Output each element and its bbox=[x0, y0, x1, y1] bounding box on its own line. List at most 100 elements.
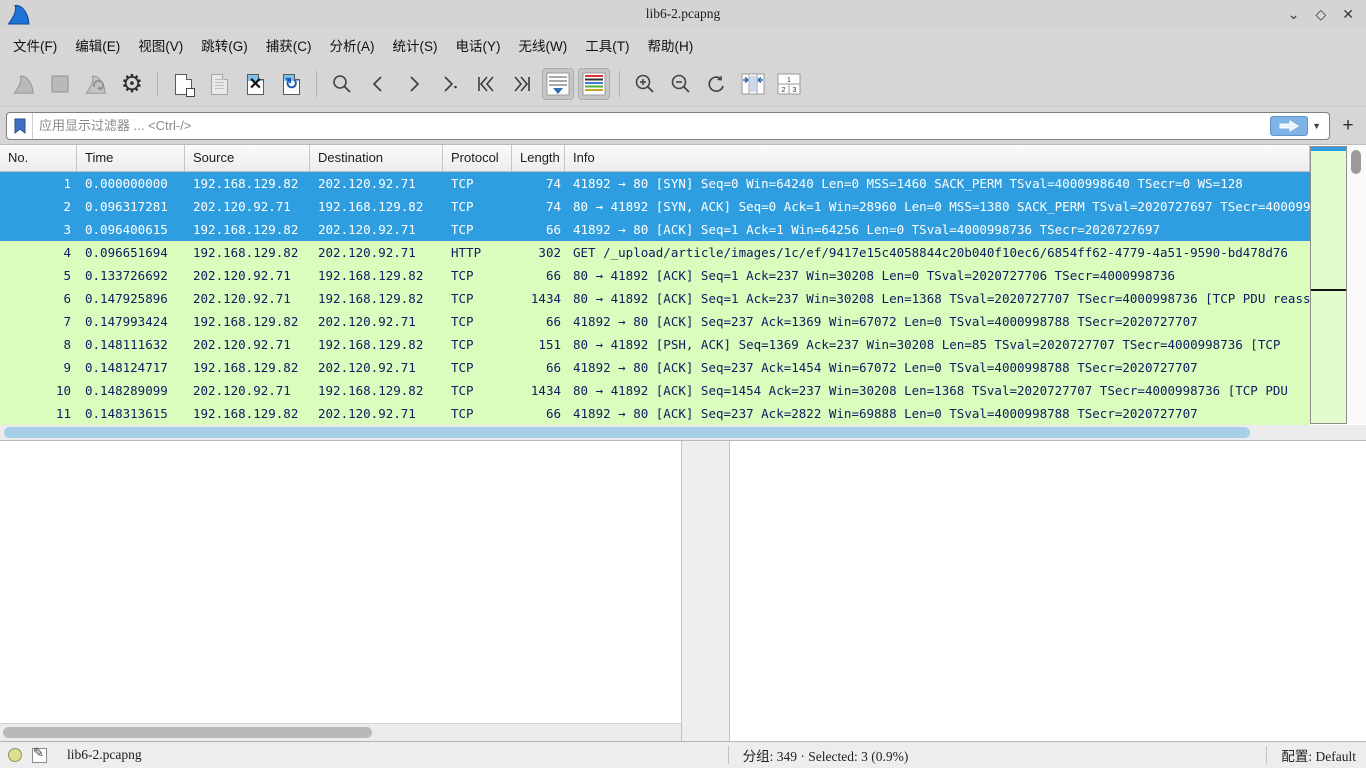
toolbar-separator bbox=[316, 71, 317, 97]
packet-cell-info: 80 → 41892 [PSH, ACK] Seq=1369 Ack=237 W… bbox=[565, 333, 1310, 356]
menu-item-2[interactable]: 视图(V) bbox=[129, 30, 192, 60]
filter-bookmark-icon[interactable] bbox=[7, 113, 33, 139]
column-header-no[interactable]: No. bbox=[0, 145, 77, 171]
column-header-info[interactable]: Info bbox=[565, 145, 1310, 171]
pane-splitter[interactable] bbox=[682, 441, 729, 741]
packet-cell-no: 2 bbox=[0, 195, 77, 218]
normal-size-columns-icon[interactable]: 123 bbox=[773, 68, 805, 100]
menu-item-9[interactable]: 工具(T) bbox=[576, 30, 638, 60]
filter-dropdown-icon[interactable]: ▼ bbox=[1312, 121, 1321, 131]
packet-cell-info: 41892 → 80 [ACK] Seq=1 Ack=1 Win=64256 L… bbox=[565, 218, 1310, 241]
display-filter-box[interactable]: ▼ bbox=[6, 112, 1330, 140]
packet-cell-no: 1 bbox=[0, 172, 77, 195]
packet-cell-no: 9 bbox=[0, 356, 77, 379]
packet-cell-no: 5 bbox=[0, 264, 77, 287]
status-profile[interactable]: 配置: Default bbox=[1281, 745, 1356, 765]
zoom-out-icon[interactable] bbox=[665, 68, 697, 100]
packet-cell-destination: 192.168.129.82 bbox=[310, 264, 443, 287]
menu-item-8[interactable]: 无线(W) bbox=[510, 30, 577, 60]
column-header-protocol[interactable]: Protocol bbox=[443, 145, 512, 171]
goto-packet-icon[interactable] bbox=[434, 68, 466, 100]
packet-cell-time: 0.148111632 bbox=[77, 333, 185, 356]
next-packet-icon[interactable] bbox=[398, 68, 430, 100]
packet-list-vertical-scrollbar[interactable] bbox=[1347, 145, 1366, 424]
details-horizontal-scrollbar[interactable] bbox=[0, 723, 681, 741]
menu-item-3[interactable]: 跳转(G) bbox=[192, 30, 257, 60]
resize-columns-icon[interactable] bbox=[737, 68, 769, 100]
menu-item-0[interactable]: 文件(F) bbox=[4, 30, 66, 60]
packet-cell-no: 11 bbox=[0, 402, 77, 425]
filter-apply-button[interactable] bbox=[1270, 116, 1308, 136]
scrollbar-thumb[interactable] bbox=[4, 427, 1250, 438]
last-packet-icon[interactable] bbox=[506, 68, 538, 100]
menu-item-4[interactable]: 捕获(C) bbox=[257, 30, 321, 60]
close-icon[interactable]: ✕ bbox=[1342, 7, 1354, 21]
packet-row[interactable]: 60.147925896202.120.92.71192.168.129.82T… bbox=[0, 287, 1310, 310]
maximize-icon[interactable]: ◇ bbox=[1315, 7, 1326, 21]
packet-row[interactable]: 90.148124717192.168.129.82202.120.92.71T… bbox=[0, 356, 1310, 379]
packet-cell-destination: 202.120.92.71 bbox=[310, 402, 443, 425]
packet-row[interactable]: 10.000000000192.168.129.82202.120.92.71T… bbox=[0, 172, 1310, 195]
packet-cell-source: 192.168.129.82 bbox=[185, 310, 310, 333]
packet-details-pane[interactable] bbox=[0, 441, 682, 741]
previous-packet-icon[interactable] bbox=[362, 68, 394, 100]
zoom-reset-icon[interactable] bbox=[701, 68, 733, 100]
scrollbar-thumb[interactable] bbox=[3, 727, 372, 738]
capture-start-icon[interactable] bbox=[8, 68, 40, 100]
status-bar: ✎ lib6-2.pcapng 分组: 349 · Selected: 3 (0… bbox=[0, 741, 1366, 768]
packet-list-pane: No.TimeSourceDestinationProtocolLengthIn… bbox=[0, 144, 1366, 440]
packet-cell-protocol: TCP bbox=[443, 287, 512, 310]
menu-item-6[interactable]: 统计(S) bbox=[384, 30, 447, 60]
column-header-time[interactable]: Time bbox=[77, 145, 185, 171]
menu-item-7[interactable]: 电话(Y) bbox=[447, 30, 510, 60]
packet-row[interactable]: 110.148313615192.168.129.82202.120.92.71… bbox=[0, 402, 1310, 425]
scrollbar-thumb[interactable] bbox=[1351, 150, 1361, 174]
packet-cell-info: GET /_upload/article/images/1c/ef/9417e1… bbox=[565, 241, 1310, 264]
column-header-destination[interactable]: Destination bbox=[310, 145, 443, 171]
packet-cell-time: 0.147993424 bbox=[77, 310, 185, 333]
packet-row[interactable]: 30.096400615192.168.129.82202.120.92.71T… bbox=[0, 218, 1310, 241]
packet-list-horizontal-scrollbar[interactable] bbox=[0, 425, 1366, 440]
packet-cell-no: 7 bbox=[0, 310, 77, 333]
packet-cell-source: 192.168.129.82 bbox=[185, 402, 310, 425]
menu-item-1[interactable]: 编辑(E) bbox=[66, 30, 129, 60]
file-close-icon[interactable]: ✕ bbox=[239, 68, 271, 100]
capture-restart-icon[interactable] bbox=[80, 68, 112, 100]
intelligent-scrollbar-minimap[interactable] bbox=[1310, 146, 1347, 424]
packet-cell-time: 0.000000000 bbox=[77, 172, 185, 195]
capture-comment-icon[interactable]: ✎ bbox=[32, 748, 47, 763]
minimize-icon[interactable]: ⌄ bbox=[1288, 7, 1300, 21]
packet-cell-length: 74 bbox=[512, 195, 565, 218]
packet-row[interactable]: 20.096317281202.120.92.71192.168.129.82T… bbox=[0, 195, 1310, 218]
packet-bytes-pane[interactable] bbox=[729, 441, 1366, 741]
zoom-in-icon[interactable] bbox=[629, 68, 661, 100]
capture-options-icon[interactable]: ⚙ bbox=[116, 68, 148, 100]
column-header-source[interactable]: Source bbox=[185, 145, 310, 171]
expert-info-icon[interactable] bbox=[8, 748, 22, 762]
menu-item-5[interactable]: 分析(A) bbox=[321, 30, 384, 60]
packet-cell-destination: 202.120.92.71 bbox=[310, 356, 443, 379]
display-filter-input[interactable] bbox=[33, 118, 1270, 133]
svg-text:3: 3 bbox=[793, 87, 797, 94]
file-open-icon[interactable] bbox=[167, 68, 199, 100]
file-save-icon[interactable] bbox=[203, 68, 235, 100]
packet-row[interactable]: 70.147993424192.168.129.82202.120.92.71T… bbox=[0, 310, 1310, 333]
packet-cell-destination: 192.168.129.82 bbox=[310, 195, 443, 218]
packet-row[interactable]: 50.133726692202.120.92.71192.168.129.82T… bbox=[0, 264, 1310, 287]
menu-item-10[interactable]: 帮助(H) bbox=[638, 30, 702, 60]
packet-cell-protocol: TCP bbox=[443, 333, 512, 356]
capture-stop-icon[interactable] bbox=[44, 68, 76, 100]
find-packet-icon[interactable] bbox=[326, 68, 358, 100]
file-reload-icon[interactable]: ↻ bbox=[275, 68, 307, 100]
autoscroll-icon[interactable] bbox=[542, 68, 574, 100]
colorize-icon[interactable] bbox=[578, 68, 610, 100]
filter-add-button[interactable]: + bbox=[1336, 115, 1360, 137]
column-header-length[interactable]: Length bbox=[512, 145, 565, 171]
packet-cell-length: 1434 bbox=[512, 287, 565, 310]
packet-row[interactable]: 80.148111632202.120.92.71192.168.129.82T… bbox=[0, 333, 1310, 356]
first-packet-icon[interactable] bbox=[470, 68, 502, 100]
status-separator bbox=[728, 746, 729, 764]
packet-row[interactable]: 100.148289099202.120.92.71192.168.129.82… bbox=[0, 379, 1310, 402]
packet-row[interactable]: 40.096651694192.168.129.82202.120.92.71H… bbox=[0, 241, 1310, 264]
packet-cell-source: 202.120.92.71 bbox=[185, 264, 310, 287]
